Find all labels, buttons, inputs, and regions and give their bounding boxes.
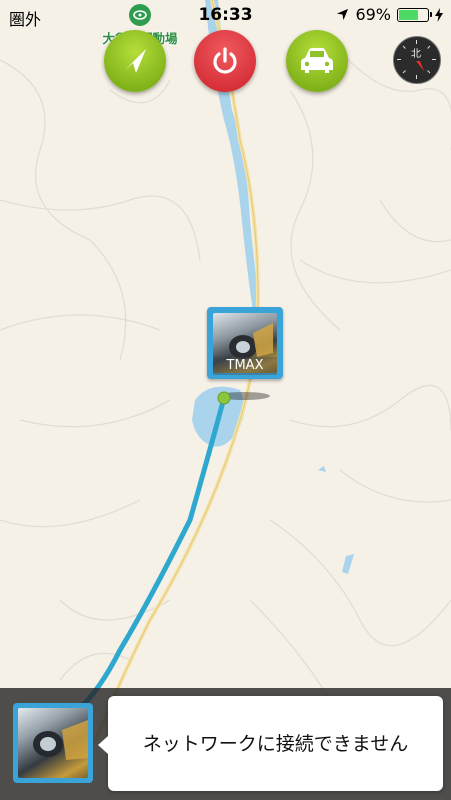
vehicle-button[interactable] [286,30,348,92]
car-icon [301,48,333,73]
charging-bolt-icon [435,7,443,22]
sports-ground-icon [129,4,151,26]
location-arrow-icon [337,8,349,21]
navigation-arrow-icon [125,49,146,73]
marker-caption: TMAX [213,357,277,375]
compass-button[interactable]: 北 [393,36,441,84]
motorcycle-photo [18,708,88,778]
network-error-message: ネットワークに接続できません [142,733,409,755]
compass-icon: 北 [397,40,436,79]
power-icon [213,47,237,74]
battery-percent: 69% [355,5,391,24]
network-error-toast[interactable]: ネットワークに接続できません [98,696,443,791]
map-view[interactable] [0,0,451,800]
vehicle-thumbnail-button[interactable] [13,703,93,783]
power-button[interactable] [194,30,256,92]
navigate-button[interactable] [104,30,166,92]
battery-icon [397,7,432,22]
toast-pointer [98,736,108,754]
current-location-dot [217,391,231,405]
svg-text:北: 北 [411,48,421,60]
status-bar: 圏外 16:33 69% [0,0,451,30]
vehicle-marker-tmax[interactable]: TMAX [207,307,283,381]
